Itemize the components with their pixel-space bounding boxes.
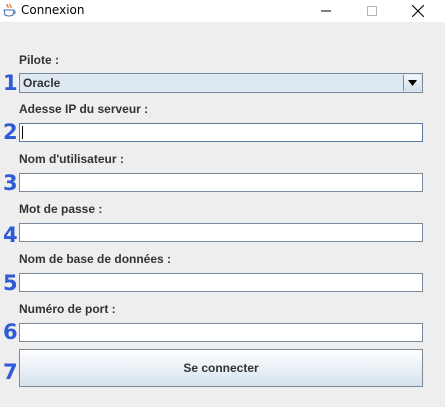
username-label: Nom d'utilisateur : xyxy=(19,152,124,166)
server-ip-field[interactable] xyxy=(19,123,423,142)
step-number-2: 2 xyxy=(3,120,18,144)
close-button[interactable] xyxy=(396,0,440,22)
step-number-6: 6 xyxy=(3,320,18,344)
java-cup-icon xyxy=(3,3,16,17)
step-number-3: 3 xyxy=(3,171,18,195)
password-field[interactable] xyxy=(19,223,423,242)
minimize-icon xyxy=(321,10,331,12)
close-icon xyxy=(412,5,424,17)
maximize-button[interactable] xyxy=(350,0,394,22)
maximize-icon xyxy=(367,6,377,16)
password-label: Mot de passe : xyxy=(19,202,103,216)
port-field[interactable] xyxy=(19,323,423,342)
title-bar: Connexion xyxy=(0,0,445,22)
connect-button[interactable]: Se connecter xyxy=(19,349,423,387)
pilot-selected-value: Oracle xyxy=(23,76,61,90)
port-label: Numéro de port : xyxy=(19,302,116,316)
server-ip-label: Adesse IP du serveur : xyxy=(19,102,149,116)
database-name-label: Nom de base de données : xyxy=(19,252,172,266)
pilot-label: Pilote : xyxy=(19,53,60,67)
pilot-dropdown[interactable]: Oracle xyxy=(19,73,423,93)
text-caret xyxy=(22,126,23,139)
database-name-field[interactable] xyxy=(19,273,423,292)
step-number-7: 7 xyxy=(3,360,18,384)
username-field[interactable] xyxy=(19,173,423,192)
dropdown-arrow-button[interactable] xyxy=(403,75,421,91)
window-title: Connexion xyxy=(21,3,85,17)
chevron-down-icon xyxy=(408,80,417,86)
step-number-4: 4 xyxy=(3,223,18,247)
minimize-button[interactable] xyxy=(304,0,348,22)
step-number-1: 1 xyxy=(3,71,18,95)
step-number-5: 5 xyxy=(3,271,18,295)
connection-form: Pilote : 1 Oracle Adesse IP du serveur :… xyxy=(0,22,445,407)
